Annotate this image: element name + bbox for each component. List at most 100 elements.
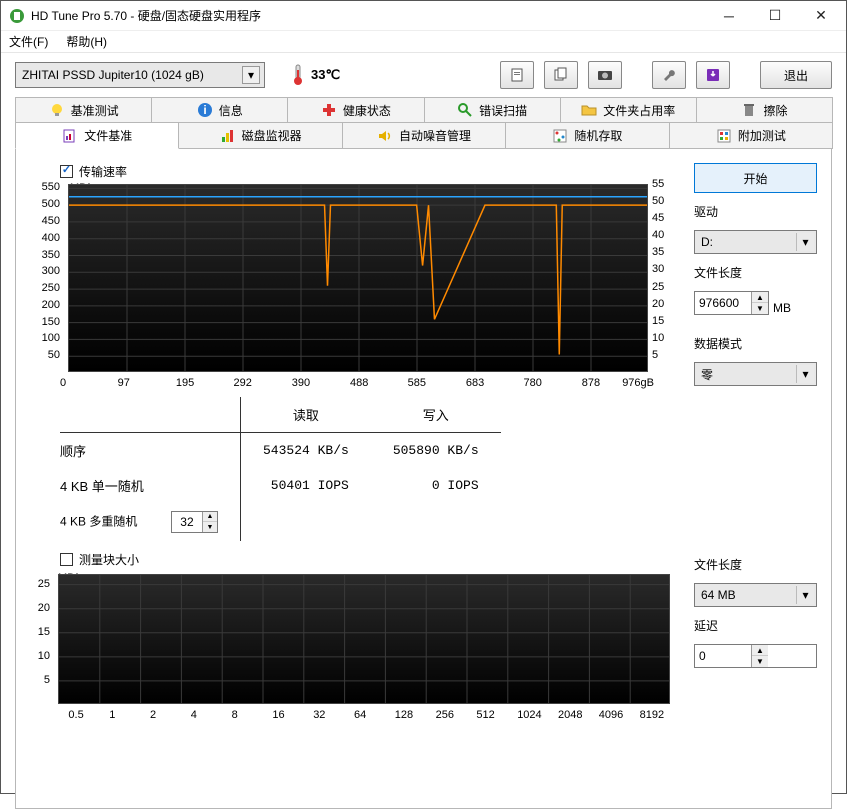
speaker-icon [377, 128, 393, 144]
queue-depth-spin[interactable]: ▲▼ [171, 511, 218, 533]
file-length2-value: 64 MB [701, 588, 736, 602]
document-icon [509, 67, 525, 83]
extra-icon [716, 128, 732, 144]
tabs-row-2: 文件基准 磁盘监视器 自动噪音管理 随机存取 附加测试 [15, 123, 832, 149]
chart2-plot [58, 574, 670, 704]
spin-up-icon[interactable]: ▲ [752, 645, 768, 656]
tab-benchmark[interactable]: 基准测试 [15, 97, 152, 123]
chevron-down-icon[interactable]: ▾ [796, 586, 814, 604]
tab-folder-usage[interactable]: 文件夹占用率 [560, 97, 697, 123]
checkbox-block-size[interactable] [60, 553, 73, 566]
file-length-label: 文件长度 [694, 264, 817, 281]
data-mode-value: 零 [701, 366, 713, 383]
drive-letter-select[interactable]: D: ▾ [694, 230, 817, 254]
file-length2-label: 文件长度 [694, 556, 817, 573]
start-button[interactable]: 开始 [694, 163, 817, 193]
close-button[interactable]: ✕ [798, 1, 844, 31]
svg-text:i: i [203, 103, 206, 117]
queue-depth-input[interactable] [172, 512, 202, 532]
tab-disk-monitor[interactable]: 磁盘监视器 [178, 123, 342, 149]
tab-error-scan[interactable]: 错误扫描 [424, 97, 561, 123]
tab-erase[interactable]: 擦除 [696, 97, 833, 123]
drive-label: 驱动 [694, 203, 817, 220]
file-length-spin[interactable]: ▲▼ [694, 291, 769, 315]
col-write: 写入 [371, 397, 501, 433]
health-icon [321, 102, 337, 118]
documents-icon [553, 67, 569, 83]
row-4k-multi: 4 KB 多重随机 ▲▼ [60, 503, 240, 541]
titlebar: HD Tune Pro 5.70 - 硬盘/固态硬盘实用程序 ─ ☐ ✕ [1, 1, 846, 31]
row-4k-single: 4 KB 单一随机 [60, 468, 240, 503]
app-icon [9, 8, 25, 24]
spin-down-icon[interactable]: ▼ [752, 303, 768, 314]
exit-label: 退出 [784, 67, 808, 84]
screenshot-button[interactable] [588, 61, 622, 89]
chevron-down-icon[interactable]: ▾ [796, 233, 814, 251]
spin-up-icon[interactable]: ▲ [752, 292, 768, 303]
file-length-input[interactable] [695, 292, 751, 314]
chevron-down-icon[interactable]: ▾ [242, 66, 260, 84]
spin-down-icon[interactable]: ▼ [752, 656, 768, 667]
side-panel: 开始 驱动 D: ▾ 文件长度 ▲▼ MB 数据模式 零 ▾ [694, 163, 817, 723]
tab-aam[interactable]: 自动噪音管理 [342, 123, 506, 149]
menubar: 文件(F) 帮助(H) [1, 31, 846, 53]
window-title: HD Tune Pro 5.70 - 硬盘/固态硬盘实用程序 [31, 7, 706, 24]
4k-single-write: 0 IOPS [371, 468, 501, 503]
tab-health[interactable]: 健康状态 [287, 97, 424, 123]
col-read: 读取 [240, 397, 370, 433]
trash-icon [741, 102, 757, 118]
save-button[interactable] [696, 61, 730, 89]
info-icon: i [197, 102, 213, 118]
delay-input[interactable] [695, 645, 751, 667]
tab-file-benchmark[interactable]: 文件基准 [15, 123, 179, 149]
copy-result-button[interactable] [544, 61, 578, 89]
copy-info-button[interactable] [500, 61, 534, 89]
data-mode-select[interactable]: 零 ▾ [694, 362, 817, 386]
folder-icon [581, 102, 597, 118]
temperature-display: 33℃ [285, 62, 346, 88]
spin-up-icon[interactable]: ▲ [203, 512, 217, 522]
checkbox-transfer-rate[interactable] [60, 165, 73, 178]
menu-file[interactable]: 文件(F) [9, 33, 48, 50]
minimize-button[interactable]: ─ [706, 1, 752, 31]
chart-block: MB/s 读取 写入 510152025 0.51248163264128256… [34, 574, 670, 723]
checkbox-transfer-rate-label: 传输速率 [79, 163, 127, 180]
file-length2-select[interactable]: 64 MB ▾ [694, 583, 817, 607]
tab-random-access[interactable]: 随机存取 [505, 123, 669, 149]
options-button[interactable] [652, 61, 686, 89]
file-length-unit: MB [773, 301, 791, 315]
download-icon [705, 67, 721, 83]
data-mode-label: 数据模式 [694, 335, 817, 352]
chart-transfer: MB/s ms 50100150200250300350400450500550… [34, 184, 648, 391]
seq-read: 543524 KB/s [240, 433, 370, 469]
maximize-button[interactable]: ☐ [752, 1, 798, 31]
thermometer-icon [291, 64, 305, 86]
drive-letter-value: D: [701, 235, 713, 249]
random-icon [552, 128, 568, 144]
chart1-plot [68, 184, 648, 372]
chart-icon [220, 128, 236, 144]
wrench-icon [661, 67, 677, 83]
tab-extra-tests[interactable]: 附加测试 [669, 123, 833, 149]
exit-button[interactable]: 退出 [760, 61, 832, 89]
toolbar: ZHITAI PSSD Jupiter10 (1024 gB) ▾ 33℃ 退出 [1, 53, 846, 97]
delay-spin[interactable]: ▲▼ [694, 644, 817, 668]
menu-help[interactable]: 帮助(H) [66, 33, 107, 50]
tab-info[interactable]: i信息 [151, 97, 288, 123]
drive-select[interactable]: ZHITAI PSSD Jupiter10 (1024 gB) ▾ [15, 62, 265, 88]
delay-label: 延迟 [694, 617, 817, 634]
camera-icon [597, 67, 613, 83]
checkbox-block-size-label: 测量块大小 [79, 551, 139, 568]
results-table: 读取 写入 顺序 543524 KB/s 505890 KB/s 4 KB 单一… [60, 397, 670, 541]
file-bench-icon [62, 128, 78, 144]
temperature-value: 33℃ [311, 67, 340, 83]
drive-select-value: ZHITAI PSSD Jupiter10 (1024 gB) [22, 68, 204, 82]
tabs-row-1: 基准测试 i信息 健康状态 错误扫描 文件夹占用率 擦除 [15, 97, 832, 123]
spin-down-icon[interactable]: ▼ [203, 522, 217, 532]
tab-panel-file-benchmark: 传输速率 MB/s ms 501001502002503003504004505… [15, 149, 832, 809]
row-seq: 顺序 [60, 433, 240, 469]
4k-single-read: 50401 IOPS [240, 468, 370, 503]
bulb-icon [49, 102, 65, 118]
search-icon [457, 102, 473, 118]
chevron-down-icon[interactable]: ▾ [796, 365, 814, 383]
